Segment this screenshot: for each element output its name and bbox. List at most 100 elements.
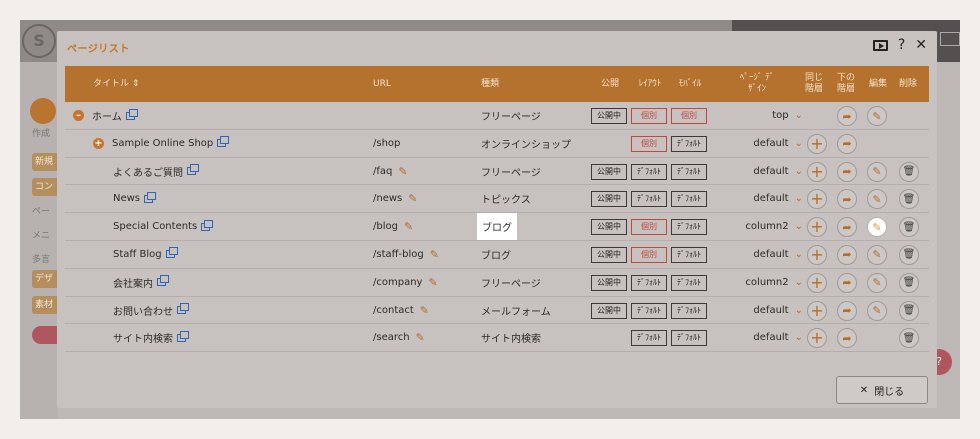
layout-tag[interactable]: 個別 — [631, 246, 667, 263]
public-status-tag[interactable]: 公開中 — [591, 108, 627, 124]
close-button[interactable]: ✕ 閉じる — [836, 376, 928, 404]
add-same-level-icon[interactable]: + — [807, 272, 827, 293]
trash-icon[interactable]: 🗑 — [899, 272, 919, 293]
page-title[interactable]: Special Contents — [113, 221, 197, 232]
edit-pencil-icon[interactable]: ✎ — [867, 106, 887, 126]
edit-url-icon[interactable]: ✎ — [420, 304, 429, 317]
add-child-page-icon[interactable]: ➦ — [837, 300, 857, 321]
add-child-page-icon[interactable]: ➦ — [837, 244, 857, 265]
layout-tag[interactable]: 個別 — [631, 135, 667, 152]
layout-tag[interactable]: ﾃﾞﾌｫﾙﾄ — [631, 191, 667, 208]
mobile-tag[interactable]: ﾃﾞﾌｫﾙﾄ — [671, 219, 707, 236]
page-title[interactable]: Sample Online Shop — [112, 138, 213, 149]
video-icon[interactable] — [872, 39, 888, 51]
mobile-tag[interactable]: ﾃﾞﾌｫﾙﾄ — [671, 274, 707, 291]
add-same-level-icon[interactable]: + — [807, 133, 827, 154]
mobile-tag[interactable]: ﾃﾞﾌｫﾙﾄ — [671, 163, 707, 180]
column-title[interactable]: タイトル ⇕ — [93, 66, 139, 102]
page-design-select[interactable]: column2 ⌄ — [723, 213, 803, 240]
public-status-tag[interactable]: 公開中 — [591, 163, 627, 180]
add-same-level-icon[interactable]: + — [807, 244, 827, 265]
trash-icon[interactable]: 🗑 — [899, 300, 919, 321]
mobile-tag[interactable]: ﾃﾞﾌｫﾙﾄ — [671, 246, 707, 263]
add-child-page-icon[interactable]: ➦ — [837, 161, 857, 182]
page-design-select[interactable]: default ⌄ — [723, 158, 803, 185]
page-title[interactable]: News — [113, 193, 140, 204]
public-status-tag[interactable]: 公開中 — [591, 191, 627, 208]
external-link-icon[interactable] — [157, 275, 169, 287]
table-row: よくあるご質問 /faq ✎ フリーページ 公開中 ﾃﾞﾌｫﾙﾄ ﾃﾞﾌｫﾙﾄ d… — [65, 158, 929, 186]
edit-pencil-icon[interactable]: ✎ — [867, 244, 887, 265]
trash-icon[interactable]: 🗑 — [899, 161, 919, 182]
mobile-tag[interactable]: 個別 — [671, 108, 707, 124]
external-link-icon[interactable] — [144, 191, 157, 203]
add-same-level-icon[interactable]: + — [807, 328, 827, 349]
trash-icon[interactable]: 🗑 — [899, 217, 919, 238]
layout-tag[interactable]: ﾃﾞﾌｫﾙﾄ — [631, 302, 667, 319]
add-child-page-icon[interactable]: ➦ — [837, 133, 857, 154]
edit-url-icon[interactable]: ✎ — [428, 276, 437, 289]
page-title[interactable]: よくあるご質問 — [113, 164, 183, 179]
mobile-tag[interactable]: ﾃﾞﾌｫﾙﾄ — [671, 330, 707, 347]
page-design-select[interactable]: top ⌄ — [723, 102, 803, 129]
public-status-tag[interactable]: 公開中 — [591, 219, 627, 236]
page-title[interactable]: お問い合わせ — [113, 303, 173, 318]
edit-url-icon[interactable]: ✎ — [398, 165, 407, 178]
page-title[interactable]: サイト内検索 — [113, 330, 173, 345]
mobile-tag[interactable]: ﾃﾞﾌｫﾙﾄ — [671, 135, 707, 152]
edit-url-icon[interactable]: ✎ — [408, 192, 417, 205]
external-link-icon[interactable] — [177, 330, 189, 342]
page-design-select[interactable]: default ⌄ — [723, 130, 803, 157]
layout-tag[interactable]: ﾃﾞﾌｫﾙﾄ — [631, 163, 667, 180]
add-same-level-icon[interactable]: + — [807, 189, 827, 210]
trash-icon[interactable]: 🗑 — [899, 328, 919, 349]
layout-tag[interactable]: 個別 — [631, 219, 667, 236]
collapse-icon[interactable]: – — [73, 110, 84, 121]
trash-icon[interactable]: 🗑 — [899, 189, 919, 210]
page-design-select[interactable]: default ⌄ — [723, 185, 803, 212]
add-child-page-icon[interactable]: ➦ — [837, 217, 857, 238]
edit-pencil-icon[interactable]: ✎ — [867, 272, 887, 293]
page-title[interactable]: ホーム — [92, 108, 122, 123]
external-link-icon[interactable] — [165, 247, 178, 259]
public-status-tag[interactable]: 公開中 — [591, 302, 627, 319]
edit-pencil-icon[interactable]: ✎ — [867, 217, 887, 238]
close-icon[interactable]: ✕ — [915, 37, 927, 53]
external-link-icon[interactable] — [177, 303, 189, 315]
layout-tag[interactable]: ﾃﾞﾌｫﾙﾄ — [631, 330, 667, 347]
layout-tag[interactable]: ﾃﾞﾌｫﾙﾄ — [631, 274, 667, 291]
add-child-page-icon[interactable]: ➦ — [837, 189, 857, 210]
page-title[interactable]: 会社案内 — [113, 275, 153, 290]
expand-icon[interactable]: + — [93, 137, 104, 149]
edit-pencil-icon[interactable]: ✎ — [867, 189, 887, 210]
edit-pencil-icon[interactable]: ✎ — [867, 161, 887, 182]
external-link-icon[interactable] — [187, 164, 199, 176]
page-design-select[interactable]: default ⌄ — [723, 324, 803, 351]
add-same-level-icon[interactable]: + — [807, 300, 827, 321]
help-icon[interactable]: ? — [898, 37, 905, 53]
edit-url-icon[interactable]: ✎ — [430, 248, 439, 261]
external-link-icon[interactable] — [217, 136, 230, 148]
page-design-value: default — [753, 193, 789, 205]
mobile-tag[interactable]: ﾃﾞﾌｫﾙﾄ — [671, 191, 707, 208]
page-type: フリーページ — [481, 278, 541, 290]
public-status-tag[interactable]: 公開中 — [591, 274, 627, 291]
mobile-tag[interactable]: ﾃﾞﾌｫﾙﾄ — [671, 302, 707, 319]
add-child-page-icon[interactable]: ➦ — [837, 106, 857, 126]
external-link-icon[interactable] — [201, 219, 214, 231]
layout-tag[interactable]: 個別 — [631, 108, 667, 124]
edit-url-icon[interactable]: ✎ — [404, 220, 413, 233]
edit-pencil-icon[interactable]: ✎ — [867, 300, 887, 321]
edit-url-icon[interactable]: ✎ — [416, 331, 425, 344]
page-title[interactable]: Staff Blog — [113, 249, 162, 260]
add-same-level-icon[interactable]: + — [807, 217, 827, 238]
page-design-select[interactable]: default ⌄ — [723, 241, 803, 268]
page-design-select[interactable]: default ⌄ — [723, 297, 803, 324]
page-design-select[interactable]: column2 ⌄ — [723, 269, 803, 296]
add-child-page-icon[interactable]: ➦ — [837, 328, 857, 349]
public-status-tag[interactable]: 公開中 — [591, 246, 627, 263]
add-child-page-icon[interactable]: ➦ — [837, 272, 857, 293]
add-same-level-icon[interactable]: + — [807, 161, 827, 182]
external-link-icon[interactable] — [125, 108, 138, 120]
trash-icon[interactable]: 🗑 — [899, 244, 919, 265]
